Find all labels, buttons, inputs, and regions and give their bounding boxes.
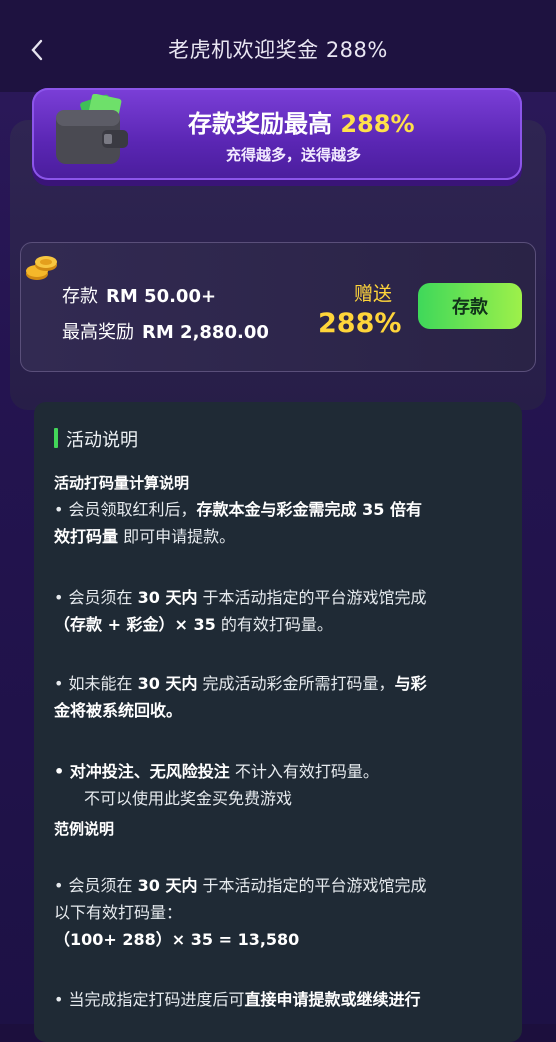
deposit-label: 存款 [62,286,98,307]
rule-2-a: • 会员须在 [54,588,138,607]
rule-2-b: 30 天内 [137,588,198,607]
rule-3-a: • 如未能在 [54,674,138,693]
rule-5-d: 以下有效打码量： [54,903,183,922]
rule-item-1: • 会员领取红利后，存款本金与彩金需完成 35 倍有 效打码量 即可申请提款。 [54,496,514,550]
rule-1-d: 即可申请提款。 [118,527,236,546]
rule-3-b: 30 天内 [137,674,198,693]
rule-5-a: • 会员须在 [54,876,138,895]
rule-5-e: （100+ 288）× 35 = 13,580 [54,930,300,949]
rule-3-e: 金将被系统回收。 [54,701,183,720]
rule-2-c: 于本活动指定的平台游戏馆完成 [197,588,427,607]
rule-1-c: 效打码量 [54,527,119,546]
example-title: 范例说明 [54,820,115,838]
rule-6-b: 直接申请提款或继续进行 [244,990,421,1009]
max-bonus-value: RM 2,880.00 [142,322,269,343]
rules-heading: 活动说明 [66,430,138,451]
rule-item-2: • 会员须在 30 天内 于本活动指定的平台游戏馆完成 （存款 + 彩金）× 3… [54,584,514,638]
max-bonus-label: 最高奖励 [62,322,134,343]
rule-2-d: （存款 + 彩金）× 35 [54,615,216,634]
rule-5-b: 30 天内 [137,876,198,895]
rule-item-4: • 对冲投注、无风险投注 不计入有效打码量。 不可以使用此奖金买免费游戏 [54,758,514,812]
rule-3-d: 与彩 [394,674,427,693]
rule-item-5: • 会员须在 30 天内 于本活动指定的平台游戏馆完成 以下有效打码量： （10… [54,872,514,953]
coins-icon [26,256,57,280]
rule-5-c: 于本活动指定的平台游戏馆完成 [197,876,427,895]
rule-1-b: 存款本金与彩金需完成 35 倍有 [196,500,422,519]
rule-6-a: • 当完成指定打码进度后可 [54,990,245,1009]
top-bar: 老虎机欢迎奖金 288% [0,0,556,92]
heading-accent-bar [54,428,58,448]
rule-item-3: • 如未能在 30 天内 完成活动彩金所需打码量，与彩 金将被系统回收。 [54,670,514,724]
deposit-value: RM 50.00+ [106,286,217,307]
wallet-icon [56,94,128,164]
banner-title: 存款奖励最高 288% [188,104,415,139]
banner-title-prefix: 存款奖励最高 [188,110,332,138]
rule-3-c: 完成活动彩金所需打码量， [197,674,395,693]
rule-4-c: 不可以使用此奖金买免费游戏 [84,789,293,808]
banner-title-highlight: 288% [340,110,415,138]
min-deposit: 存款 RM 50.00+ [62,282,216,308]
max-bonus: 最高奖励 RM 2,880.00 [62,318,269,344]
rule-4-a: • 对冲投注、无风险投注 [54,762,230,781]
rule-2-e: 的有效打码量。 [215,615,333,634]
calc-title: 活动打码量计算说明 [54,474,190,492]
rule-1-a: • 会员领取红利后， [54,500,197,519]
page-title: 老虎机欢迎奖金 288% [168,38,388,62]
banner-subtitle: 充得越多，送得越多 [226,146,362,164]
gift-label: 赠送 [354,283,393,305]
gift-percent: 288% [318,308,402,339]
rule-item-6: • 当完成指定打码进度后可直接申请提款或继续进行 [54,986,514,1013]
rule-4-b: 不计入有效打码量。 [229,762,379,781]
rules-panel: 活动说明 活动打码量计算说明 • 会员领取红利后，存款本金与彩金需完成 35 倍… [34,402,522,1042]
deposit-button[interactable]: 存款 [418,283,522,329]
